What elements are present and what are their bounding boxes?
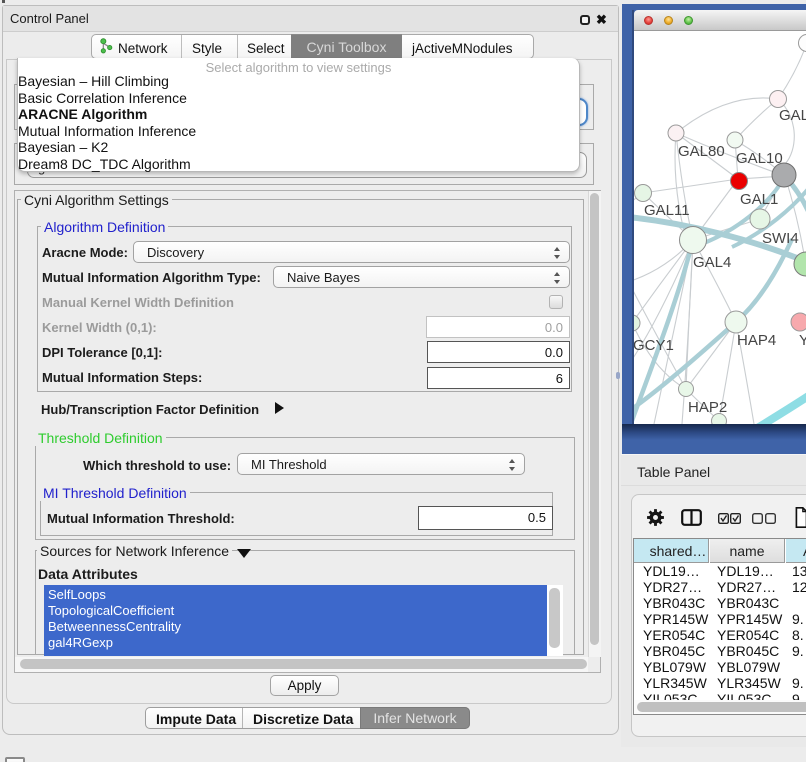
svg-text:GCY1: GCY1 — [634, 337, 674, 354]
svg-text:HAP2: HAP2 — [688, 399, 727, 416]
svg-text:GAL: GAL — [779, 107, 806, 124]
svg-text:Y: Y — [799, 332, 806, 349]
svg-text:GAL4: GAL4 — [693, 254, 731, 271]
svg-text:GAL11: GAL11 — [644, 202, 690, 219]
svg-text:GAL80: GAL80 — [678, 143, 725, 160]
svg-text:HAP4: HAP4 — [737, 332, 776, 349]
svg-text:GAL1: GAL1 — [740, 191, 778, 208]
svg-text:SWI4: SWI4 — [762, 230, 799, 247]
svg-text:GAL10: GAL10 — [736, 150, 783, 167]
